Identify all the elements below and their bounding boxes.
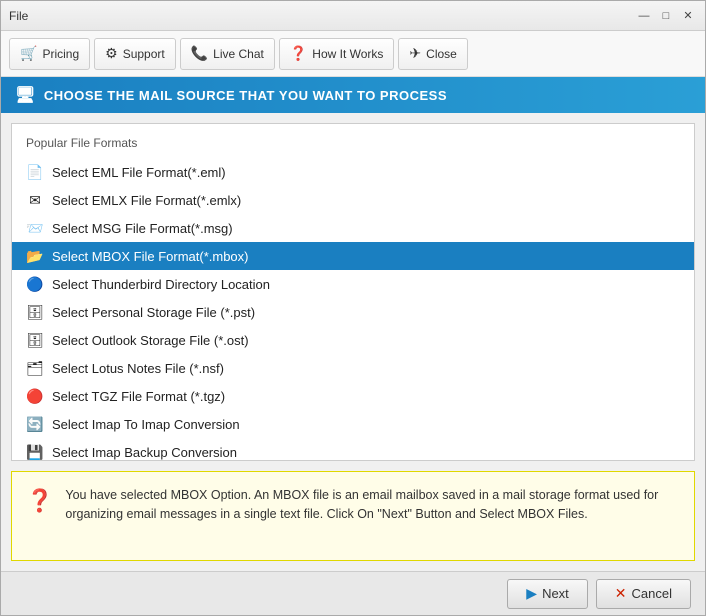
list-item-msg[interactable]: 📨 Select MSG File Format(*.msg)	[12, 214, 694, 242]
pricing-icon: 🛒	[20, 45, 37, 62]
next-icon: ▶	[526, 585, 537, 602]
main-content: Popular File Formats 📄 Select EML File Fo…	[1, 113, 705, 571]
list-item-imap-backup[interactable]: 💾 Select Imap Backup Conversion	[12, 438, 694, 461]
list-item-imap-convert[interactable]: 🔄 Select Imap To Imap Conversion	[12, 410, 694, 438]
list-item-icon-tgz: 🔴	[26, 387, 44, 405]
list-item-label-thunderbird: Select Thunderbird Directory Location	[52, 277, 270, 292]
how-it-works-label: How It Works	[312, 47, 383, 61]
close-toolbar-button[interactable]: ✈ Close	[398, 38, 467, 70]
list-item-eml[interactable]: 📄 Select EML File Format(*.eml)	[12, 158, 694, 186]
list-item-mbox[interactable]: 📂 Select MBOX File Format(*.mbox)	[12, 242, 694, 270]
group-label: Popular File Formats	[12, 132, 694, 158]
close-button[interactable]: ✕	[679, 7, 697, 25]
list-item-icon-thunderbird: 🔵	[26, 275, 44, 293]
support-button[interactable]: ⚙ Support	[94, 38, 176, 70]
list-item-label-nsf: Select Lotus Notes File (*.nsf)	[52, 361, 224, 376]
section-header: 🖥 CHOOSE THE MAIL SOURCE THAT YOU WANT T…	[1, 77, 705, 113]
toolbar: 🛒 Pricing ⚙ Support 📞 Live Chat ❓ How It…	[1, 31, 705, 77]
maximize-button[interactable]: □	[657, 7, 675, 25]
section-header-text: CHOOSE THE MAIL SOURCE THAT YOU WANT TO …	[44, 88, 447, 103]
file-list: 📄 Select EML File Format(*.eml) ✉ Select EM…	[12, 158, 694, 461]
file-list-container: Popular File Formats 📄 Select EML File Fo…	[11, 123, 695, 461]
cancel-button[interactable]: ✕ Cancel	[596, 579, 691, 609]
list-item-label-pst: Select Personal Storage File (*.pst)	[52, 305, 255, 320]
list-item-icon-nsf: 🗂	[26, 359, 44, 377]
list-item-label-tgz: Select TGZ File Format (*.tgz)	[52, 389, 225, 404]
info-icon: ❓	[26, 488, 53, 514]
cancel-label: Cancel	[632, 586, 672, 601]
list-item-label-emlx: Select EMLX File Format(*.emlx)	[52, 193, 241, 208]
info-text: You have selected MBOX Option. An MBOX f…	[65, 486, 680, 524]
list-item-label-eml: Select EML File Format(*.eml)	[52, 165, 226, 180]
list-item-icon-emlx: ✉	[26, 191, 44, 209]
list-item-icon-mbox: 📂	[26, 247, 44, 265]
list-item-ost[interactable]: 🗄 Select Outlook Storage File (*.ost)	[12, 326, 694, 354]
how-it-works-button[interactable]: ❓ How It Works	[279, 38, 395, 70]
window-title: File	[9, 9, 28, 23]
list-item-emlx[interactable]: ✉ Select EMLX File Format(*.emlx)	[12, 186, 694, 214]
info-box: ❓ You have selected MBOX Option. An MBOX…	[11, 471, 695, 561]
list-item-label-msg: Select MSG File Format(*.msg)	[52, 221, 233, 236]
list-item-icon-msg: 📨	[26, 219, 44, 237]
next-label: Next	[542, 586, 569, 601]
support-label: Support	[123, 47, 165, 61]
list-item-label-ost: Select Outlook Storage File (*.ost)	[52, 333, 249, 348]
list-item-icon-pst: 🗄	[26, 303, 44, 321]
list-item-icon-imap-backup: 💾	[26, 443, 44, 461]
pricing-label: Pricing	[42, 47, 79, 61]
list-item-nsf[interactable]: 🗂 Select Lotus Notes File (*.nsf)	[12, 354, 694, 382]
list-item-icon-eml: 📄	[26, 163, 44, 181]
pricing-button[interactable]: 🛒 Pricing	[9, 38, 90, 70]
close-toolbar-label: Close	[426, 47, 457, 61]
footer: ▶ Next ✕ Cancel	[1, 571, 705, 615]
cancel-icon: ✕	[615, 585, 627, 602]
list-item-tgz[interactable]: 🔴 Select TGZ File Format (*.tgz)	[12, 382, 694, 410]
list-item-pst[interactable]: 🗄 Select Personal Storage File (*.pst)	[12, 298, 694, 326]
list-item-icon-ost: 🗄	[26, 331, 44, 349]
list-item-label-imap-convert: Select Imap To Imap Conversion	[52, 417, 240, 432]
section-header-icon: 🖥	[15, 85, 36, 105]
question-icon: ❓	[290, 45, 307, 62]
close-toolbar-icon: ✈	[409, 45, 421, 62]
list-item-label-imap-backup: Select Imap Backup Conversion	[52, 445, 237, 460]
next-button[interactable]: ▶ Next	[507, 579, 588, 609]
live-chat-button[interactable]: 📞 Live Chat	[180, 38, 275, 70]
list-item-label-mbox: Select MBOX File Format(*.mbox)	[52, 249, 249, 264]
phone-icon: 📞	[191, 45, 208, 62]
list-item-thunderbird[interactable]: 🔵 Select Thunderbird Directory Location	[12, 270, 694, 298]
live-chat-label: Live Chat	[213, 47, 264, 61]
main-window: File — □ ✕ 🛒 Pricing ⚙ Support 📞 Live Ch…	[0, 0, 706, 616]
window-controls: — □ ✕	[635, 7, 697, 25]
support-icon: ⚙	[105, 45, 118, 62]
minimize-button[interactable]: —	[635, 7, 653, 25]
title-bar: File — □ ✕	[1, 1, 705, 31]
list-item-icon-imap-convert: 🔄	[26, 415, 44, 433]
